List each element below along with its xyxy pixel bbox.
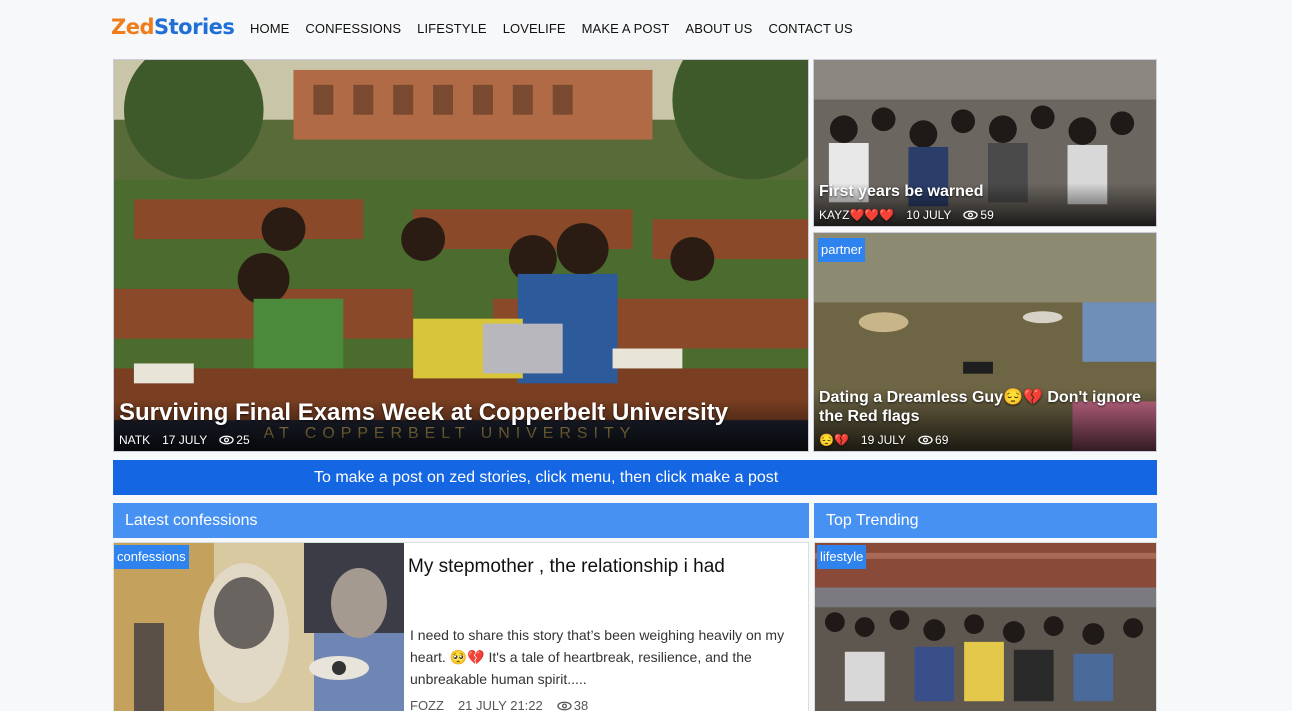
views-count: 59 [980,208,994,222]
nav-about-us[interactable]: ABOUT US [685,21,752,36]
post-views: 69 [918,433,948,447]
eye-icon [219,435,234,445]
exam-hall-image: AT COPPERBELT UNIVERSITY [114,60,808,451]
category-tag[interactable]: lifestyle [817,545,867,569]
post-excerpt: I need to share this story that’s been w… [410,627,785,687]
views-count: 38 [573,698,589,711]
post-author[interactable]: KAYZ❤️❤️❤️ [819,208,894,222]
post-author[interactable]: NATK [119,433,150,447]
featured-main-meta: NATK 17 JULY 25 [119,433,803,447]
featured-side-1-meta: KAYZ❤️❤️❤️ 10 JULY 59 [819,208,1151,222]
featured-main-overlay: Surviving Final Exams Week at Copperbelt… [114,399,808,451]
views-count: 25 [236,433,250,447]
site-logo[interactable]: ZedStories [111,15,235,39]
category-tag[interactable]: confessions [114,545,189,569]
featured-side-card-1[interactable]: First years be warned KAYZ❤️❤️❤️ 10 JULY… [813,59,1157,227]
post-meta: FOZZ 21 JULY 21:22 38 [410,698,588,711]
eye-icon [963,210,979,220]
top-trending-heading: Top Trending [814,503,1157,538]
post-author[interactable]: FOZZ [410,698,444,711]
nav-home[interactable]: HOME [250,21,289,36]
post-date: 17 JULY [162,433,208,447]
latest-post-card[interactable]: confessions My stepmother , the relation… [113,542,809,711]
main-nav: HOME CONFESSIONS LIFESTYLE LOVELIFE MAKE… [250,21,853,36]
featured-side-2-title[interactable]: Dating a Dreamless Guy😔💔 Don't ignore th… [819,388,1151,426]
post-date: 10 JULY [906,208,952,222]
featured-side-2-overlay: Dating a Dreamless Guy😔💔 Don't ignore th… [814,388,1156,451]
featured-side-1-overlay: First years be warned KAYZ❤️❤️❤️ 10 JULY… [814,183,1156,226]
latest-confessions-heading: Latest confessions [113,503,809,538]
logo-part-stories: Stories [154,15,235,39]
post-views: 59 [963,208,994,222]
views-count: 69 [935,433,949,447]
eye-icon [918,435,933,445]
make-post-banner[interactable]: To make a post on zed stories, click men… [113,460,1157,495]
trending-card[interactable]: lifestyle [814,542,1157,711]
post-views: 38 [557,698,588,711]
nav-contact-us[interactable]: CONTACT US [768,21,852,36]
nav-lifestyle[interactable]: LIFESTYLE [417,21,487,36]
featured-side-card-2[interactable]: partner Dating a Dreamless Guy😔💔 Don't i… [813,232,1157,452]
featured-main-card[interactable]: AT COPPERBELT UNIVERSITY Surviving Final… [113,59,809,452]
post-views: 25 [219,433,250,447]
post-date: 19 JULY [860,433,907,447]
nav-lovelife[interactable]: LOVELIFE [503,21,566,36]
nav-confessions[interactable]: CONFESSIONS [305,21,401,36]
featured-side-1-title[interactable]: First years be warned [819,183,1151,201]
site-header: ZedStories HOME CONFESSIONS LIFESTYLE LO… [0,0,1292,58]
eye-icon [557,701,572,711]
featured-main-title[interactable]: Surviving Final Exams Week at Copperbelt… [119,399,803,427]
featured-side-2-meta: 😔💔 19 JULY 69 [819,433,1151,447]
logo-part-zed: Zed [111,15,155,39]
post-title[interactable]: My stepmother , the relationship i had [408,556,725,578]
category-tag[interactable]: partner [818,238,866,262]
post-author[interactable]: 😔💔 [819,433,849,447]
post-datetime: 21 JULY 21:22 [457,698,543,711]
nav-make-a-post[interactable]: MAKE A POST [582,21,670,36]
